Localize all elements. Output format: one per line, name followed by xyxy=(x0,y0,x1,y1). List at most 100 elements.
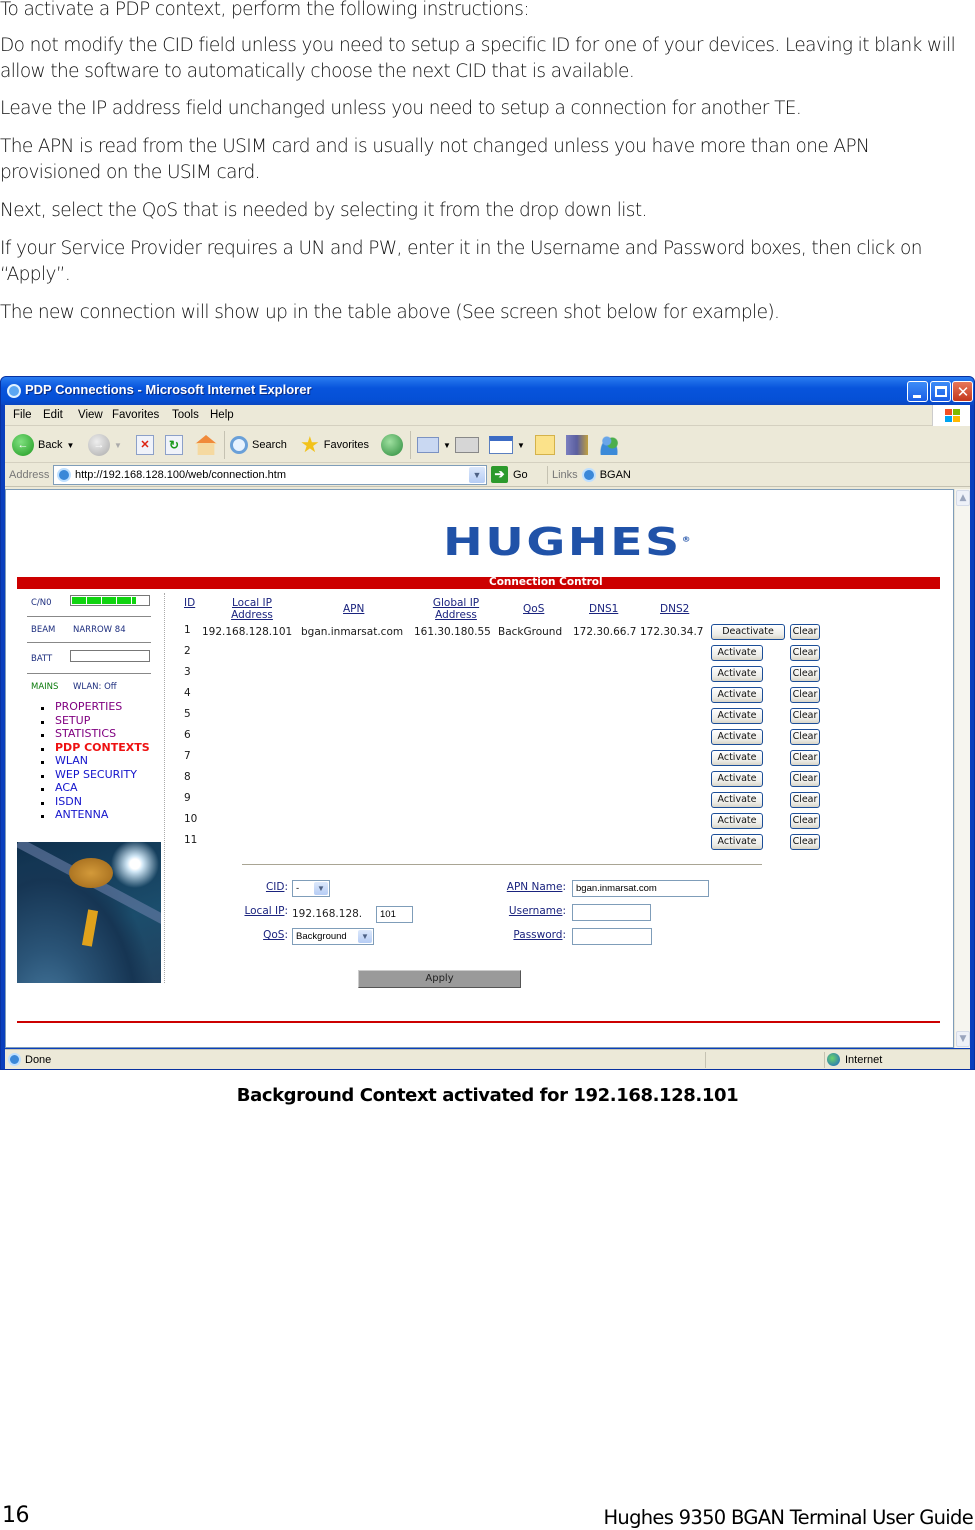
edit-icon xyxy=(489,436,513,454)
username-label: Username: xyxy=(508,905,566,917)
maximize-button[interactable] xyxy=(930,381,951,402)
local-ip-suffix-input[interactable]: 101 xyxy=(376,906,413,923)
clear-button[interactable]: Clear xyxy=(790,687,820,703)
minimize-button[interactable] xyxy=(907,381,928,402)
link-ie-icon xyxy=(581,468,596,482)
col-header-apn[interactable]: APN xyxy=(343,603,364,615)
favorites-star-icon: ★ xyxy=(300,432,320,457)
nav-wep-security[interactable]: WEP SECURITY xyxy=(41,768,150,782)
activate-button[interactable]: Activate xyxy=(711,687,763,703)
deactivate-button[interactable]: Deactivate xyxy=(711,624,785,640)
menu-help[interactable]: Help xyxy=(210,409,234,421)
clear-button[interactable]: Clear xyxy=(790,813,820,829)
discuss-button[interactable] xyxy=(535,433,555,457)
vertical-scrollbar[interactable]: ▲ ▼ xyxy=(954,489,970,1048)
go-arrow-icon: ➔ xyxy=(491,466,508,483)
clear-button[interactable]: Clear xyxy=(790,729,820,745)
activate-button[interactable]: Activate xyxy=(711,750,763,766)
doc-paragraph-apn: The APN is read from the USIM card and i… xyxy=(0,136,870,183)
clear-button[interactable]: Clear xyxy=(790,771,820,787)
stop-button[interactable]: ✕ xyxy=(136,433,154,457)
messenger-button[interactable] xyxy=(598,433,620,457)
password-input[interactable] xyxy=(572,928,652,945)
link-bgan[interactable]: BGAN xyxy=(600,469,631,481)
clear-button[interactable]: Clear xyxy=(790,624,820,640)
nav-setup[interactable]: SETUP xyxy=(41,714,150,728)
go-button[interactable]: ➔ Go xyxy=(491,466,528,483)
menu-view[interactable]: View xyxy=(78,409,103,421)
qos-select[interactable]: Background ▼ xyxy=(292,928,374,945)
back-button[interactable]: ← Back ▼ xyxy=(12,433,74,457)
col-header-dns2[interactable]: DNS2 xyxy=(660,603,689,615)
nav-pdp-contexts[interactable]: PDP CONTEXTS xyxy=(41,741,150,755)
nav-antenna[interactable]: ANTENNA xyxy=(41,808,150,822)
activate-button[interactable]: Activate xyxy=(711,645,763,661)
history-button[interactable] xyxy=(381,433,403,457)
edit-button[interactable]: ▼ xyxy=(489,433,525,457)
cell-id: 10 xyxy=(184,813,198,825)
forward-button[interactable]: → ▼ xyxy=(88,433,122,457)
nav-statistics[interactable]: STATISTICS xyxy=(41,727,150,741)
print-button[interactable] xyxy=(455,433,479,457)
col-header-dns1[interactable]: DNS1 xyxy=(589,603,618,615)
cell-local-ip: 192.168.128.101 xyxy=(202,626,293,638)
activate-button[interactable]: Activate xyxy=(711,792,763,808)
col-header-qos[interactable]: QoS xyxy=(523,603,544,615)
clear-button[interactable]: Clear xyxy=(790,645,820,661)
nav-properties[interactable]: PROPERTIES xyxy=(41,700,150,714)
internet-zone-icon xyxy=(827,1053,840,1066)
links-bar: Links BGAN xyxy=(547,466,631,484)
menu-file[interactable]: File xyxy=(13,409,32,421)
home-icon xyxy=(195,435,217,455)
nav-isdn[interactable]: ISDN xyxy=(41,795,150,809)
mail-button[interactable]: ▼ xyxy=(417,433,451,457)
clear-button[interactable]: Clear xyxy=(790,834,820,850)
cid-select[interactable]: - ▼ xyxy=(292,880,330,897)
scroll-up-icon[interactable]: ▲ xyxy=(956,490,970,506)
apn-name-input[interactable]: bgan.inmarsat.com xyxy=(572,880,709,897)
clear-button[interactable]: Clear xyxy=(790,708,820,724)
mains-label: MAINS xyxy=(31,682,59,692)
col-header-id[interactable]: ID xyxy=(184,597,195,609)
activate-button[interactable]: Activate xyxy=(711,834,763,850)
cell-dns2: 172.30.34.7 xyxy=(640,626,704,638)
favorites-button[interactable]: ★ Favorites xyxy=(300,433,369,457)
research-icon xyxy=(566,435,588,455)
print-icon xyxy=(455,437,479,453)
cell-id: 9 xyxy=(184,792,191,804)
cell-global-ip: 161.30.180.55 xyxy=(414,626,491,638)
scroll-down-icon[interactable]: ▼ xyxy=(956,1031,970,1047)
close-button[interactable]: ✕ xyxy=(952,381,973,402)
research-button[interactable] xyxy=(566,433,588,457)
menu-edit[interactable]: Edit xyxy=(43,409,63,421)
address-dropdown-icon[interactable]: ▼ xyxy=(469,467,485,483)
home-button[interactable] xyxy=(195,433,217,457)
activate-button[interactable]: Activate xyxy=(711,708,763,724)
refresh-icon: ↻ xyxy=(165,435,183,455)
activate-button[interactable]: Activate xyxy=(711,666,763,682)
note-icon xyxy=(535,435,555,455)
clear-button[interactable]: Clear xyxy=(790,792,820,808)
col-header-local-ip[interactable]: Local IP Address xyxy=(226,597,278,621)
nav-aca[interactable]: ACA xyxy=(41,781,150,795)
favorites-label: Favorites xyxy=(323,439,369,451)
refresh-button[interactable]: ↻ xyxy=(165,433,183,457)
username-input[interactable] xyxy=(572,904,651,921)
title-bar: PDP Connections - Microsoft Internet Exp… xyxy=(1,377,974,405)
search-button[interactable]: Search xyxy=(230,433,287,457)
cn0-meter-segment xyxy=(132,597,136,604)
activate-button[interactable]: Activate xyxy=(711,729,763,745)
activate-button[interactable]: Activate xyxy=(711,771,763,787)
apply-button[interactable]: Apply xyxy=(358,970,521,988)
beam-label: BEAM xyxy=(31,625,56,635)
clear-button[interactable]: Clear xyxy=(790,750,820,766)
activate-button[interactable]: Activate xyxy=(711,813,763,829)
address-input[interactable]: http://192.168.128.100/web/connection.ht… xyxy=(53,465,487,485)
nav-wlan[interactable]: WLAN xyxy=(41,754,150,768)
col-header-global-ip[interactable]: Global IP Address xyxy=(427,597,485,621)
stop-icon: ✕ xyxy=(136,435,154,455)
hughes-logo: HUGHES® xyxy=(443,520,693,564)
clear-button[interactable]: Clear xyxy=(790,666,820,682)
menu-favorites[interactable]: Favorites xyxy=(112,409,159,421)
menu-tools[interactable]: Tools xyxy=(172,409,199,421)
